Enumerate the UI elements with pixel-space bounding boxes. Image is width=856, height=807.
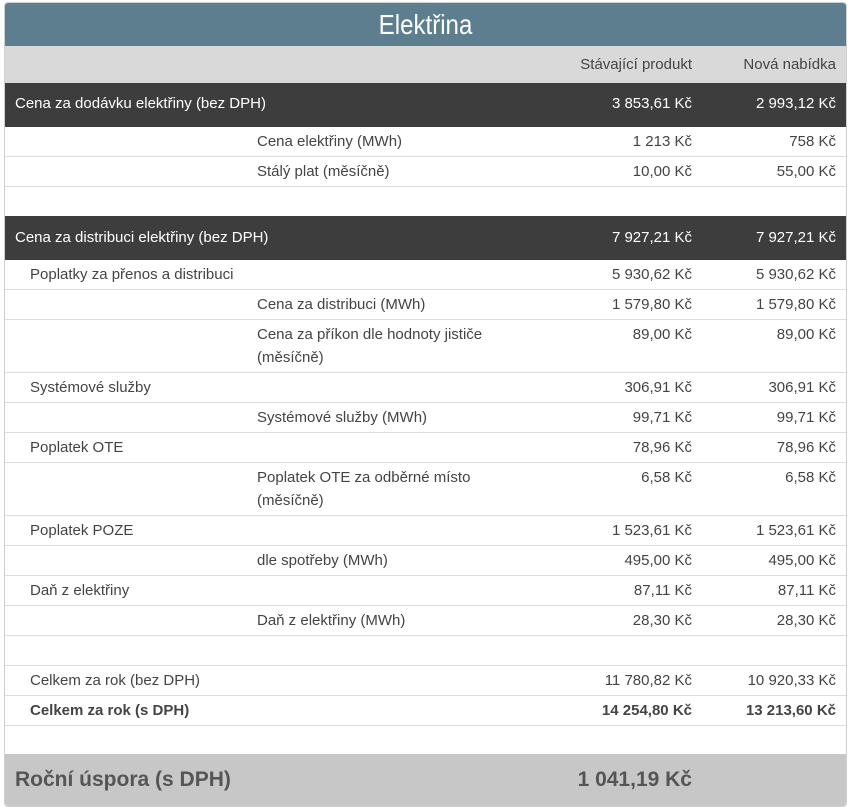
row-value-current: 87,11 Kč: [633, 582, 692, 599]
row-label: Celkem za rok (s DPH): [30, 702, 190, 719]
table-row: Poplatek OTE 78,96 Kč 78,96 Kč: [5, 433, 846, 463]
row-label: Daň z elektřiny: [30, 582, 130, 599]
table-row: Systémové služby (MWh) 99,71 Kč 99,71 Kč: [5, 403, 846, 433]
row-label: Cena za příkon dle hodnoty jističe: [257, 326, 483, 343]
row-label: dle spotřeby (MWh): [257, 552, 388, 569]
row-value-current: 6,58 Kč: [641, 469, 692, 486]
section-row-supply: Cena za dodávku elektřiny (bez DPH) 3 85…: [5, 83, 846, 127]
row-label: Cena za distribuci elektřiny (bez DPH): [15, 229, 269, 246]
row-value-current: 1 579,80 Kč: [611, 296, 692, 313]
table-row: dle spotřeby (MWh) 495,00 Kč 495,00 Kč: [5, 546, 846, 576]
card-title: Elektřina: [63, 3, 788, 46]
table-row: Cena za distribuci (MWh) 1 579,80 Kč 1 5…: [5, 290, 846, 320]
row-value-current: 78,96 Kč: [632, 439, 692, 456]
table-row: Poplatek OTE za odběrné místo (měsíčně) …: [5, 463, 846, 516]
row-label: Daň z elektřiny (MWh): [257, 612, 406, 629]
row-label: Celkem za rok (bez DPH): [30, 672, 201, 689]
electricity-comparison-card: Elektřina Stávající produkt Nová nabídka…: [4, 2, 847, 807]
row-value-new: 28,30 Kč: [776, 612, 836, 629]
row-value-current: 1 523,61 Kč: [611, 522, 692, 539]
row-label: Cena za dodávku elektřiny (bez DPH): [15, 95, 266, 112]
row-value-new: 306,91 Kč: [768, 379, 836, 396]
savings-label: Roční úspora (s DPH): [15, 768, 231, 791]
spacer-row: [5, 187, 846, 216]
row-label: Systémové služby (MWh): [257, 409, 428, 426]
row-value-new: 87,11 Kč: [777, 582, 836, 599]
row-value-current: 99,71 Kč: [632, 409, 692, 426]
row-value-new: 6,58 Kč: [785, 469, 836, 486]
row-label-continuation: (měsíčně): [257, 492, 324, 509]
row-value-current: 14 254,80 Kč: [601, 702, 692, 719]
annual-savings-bar: Roční úspora (s DPH) 1 041,19 Kč: [5, 754, 846, 806]
row-value-new: 89,00 Kč: [776, 326, 836, 343]
table-row: Poplatky za přenos a distribuci 5 930,62…: [5, 260, 846, 290]
row-label: Poplatek OTE: [30, 439, 124, 456]
row-value-new: 1 579,80 Kč: [755, 296, 836, 313]
total-row-with-vat: Celkem za rok (s DPH) 14 254,80 Kč 13 21…: [5, 696, 846, 726]
total-row-without-vat: Celkem za rok (bez DPH) 11 780,82 Kč 10 …: [5, 666, 846, 696]
row-value-new: 5 930,62 Kč: [755, 266, 836, 283]
column-header-row: Stávající produkt Nová nabídka: [5, 46, 846, 83]
table-row: Cena za příkon dle hodnoty jističe (měsí…: [5, 320, 846, 373]
row-value-new: 1 523,61 Kč: [755, 522, 836, 539]
row-label: Cena za distribuci (MWh): [257, 296, 426, 313]
row-value-current: 28,30 Kč: [632, 612, 692, 629]
row-value-current: 89,00 Kč: [632, 326, 692, 343]
savings-value: 1 041,19 Kč: [577, 768, 692, 791]
row-value-new: 99,71 Kč: [776, 409, 836, 426]
row-value-current: 1 213 Kč: [632, 133, 692, 150]
row-label: Cena elektřiny (MWh): [257, 133, 403, 150]
spacer-row: [5, 636, 846, 666]
row-value-new: 55,00 Kč: [776, 163, 836, 180]
row-label: Stálý plat (měsíčně): [257, 163, 390, 180]
table-row: Stálý plat (měsíčně) 10,00 Kč 55,00 Kč: [5, 157, 846, 187]
row-value-current: 5 930,62 Kč: [611, 266, 692, 283]
column-current-product: Stávající produkt: [580, 56, 692, 73]
table-row: Poplatek POZE 1 523,61 Kč 1 523,61 Kč: [5, 516, 846, 546]
table-row: Cena elektřiny (MWh) 1 213 Kč 758 Kč: [5, 127, 846, 157]
row-label: Systémové služby: [30, 379, 151, 396]
row-value-new: 13 213,60 Kč: [745, 702, 836, 719]
row-value-new: 2 993,12 Kč: [755, 95, 836, 112]
section-row-distribution: Cena za distribuci elektřiny (bez DPH) 7…: [5, 216, 846, 260]
row-value-current: 11 780,82 Kč: [604, 672, 692, 689]
row-label-continuation: (měsíčně): [257, 349, 324, 366]
table-row: Systémové služby 306,91 Kč 306,91 Kč: [5, 373, 846, 403]
row-value-current: 7 927,21 Kč: [611, 229, 692, 246]
table-row: Daň z elektřiny (MWh) 28,30 Kč 28,30 Kč: [5, 606, 846, 636]
row-label: Poplatky za přenos a distribuci: [30, 266, 234, 283]
row-value-current: 495,00 Kč: [624, 552, 692, 569]
card-header: Elektřina: [5, 3, 846, 46]
row-value-current: 306,91 Kč: [624, 379, 692, 396]
row-value-current: 3 853,61 Kč: [611, 95, 692, 112]
row-label: Poplatek POZE: [30, 522, 134, 539]
row-value-current: 10,00 Kč: [632, 163, 692, 180]
row-value-new: 78,96 Kč: [776, 439, 836, 456]
row-value-new: 758 Kč: [789, 133, 836, 150]
row-value-new: 10 920,33 Kč: [747, 672, 836, 689]
row-value-new: 495,00 Kč: [768, 552, 836, 569]
row-value-new: 7 927,21 Kč: [755, 229, 836, 246]
row-label: Poplatek OTE za odběrné místo: [257, 469, 471, 486]
table-row: Daň z elektřiny 87,11 Kč 87,11 Kč: [5, 576, 846, 606]
column-new-offer: Nová nabídka: [743, 56, 836, 73]
